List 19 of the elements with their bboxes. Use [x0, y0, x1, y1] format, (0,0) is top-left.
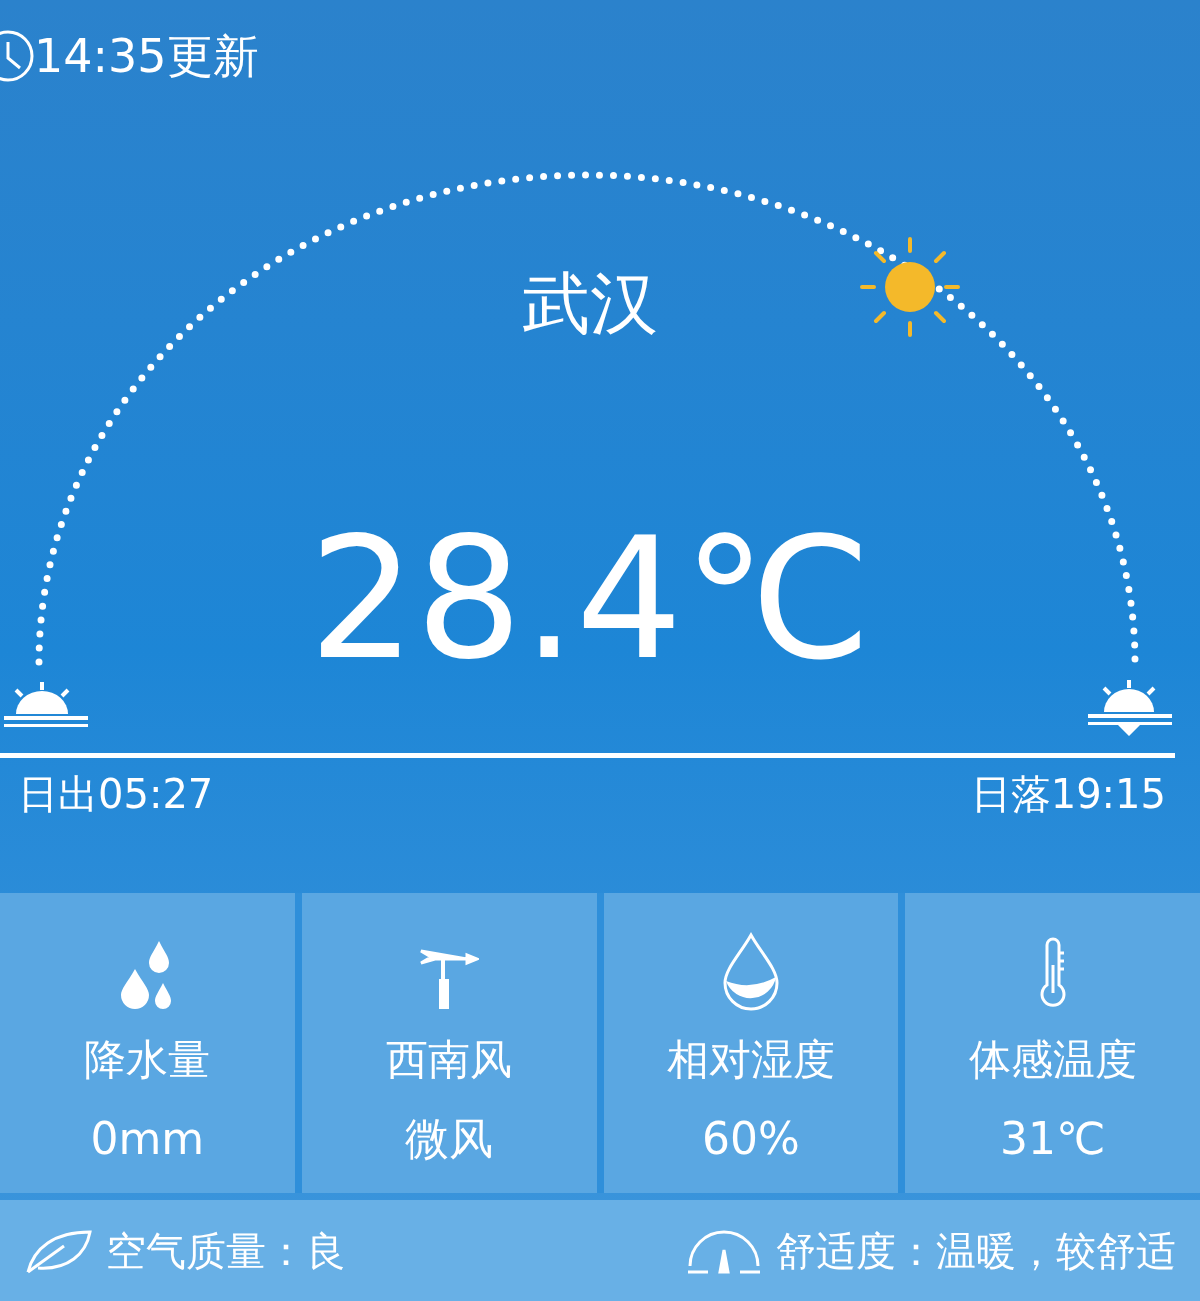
- tile-label: 相对湿度: [666, 1039, 835, 1081]
- tile-value: 60%: [701, 1117, 800, 1161]
- air-quality: 空气质量：良: [106, 1230, 346, 1271]
- tile-label: 降水量: [84, 1039, 211, 1081]
- sunset-time: 日落19:15: [970, 774, 1166, 814]
- tile-label: 西南风: [386, 1039, 513, 1081]
- clock-icon: [0, 30, 36, 82]
- tile-value: 微风: [405, 1117, 494, 1161]
- temperature: 28.4℃: [308, 515, 872, 683]
- sunrise-time: 日出05:27: [18, 774, 214, 814]
- comfort-level: 舒适度：温暖，较舒适: [776, 1230, 1176, 1271]
- sunrise-icon: [4, 680, 88, 730]
- tile-value: 31℃: [999, 1117, 1106, 1161]
- wind-vane-icon: [419, 947, 480, 1011]
- city-name: 武汉: [522, 270, 658, 338]
- sun-icon: [858, 235, 962, 339]
- tile-value: 0mm: [90, 1117, 205, 1161]
- tile-label: 体感温度: [968, 1039, 1137, 1081]
- update-time: 14:35更新: [34, 33, 259, 79]
